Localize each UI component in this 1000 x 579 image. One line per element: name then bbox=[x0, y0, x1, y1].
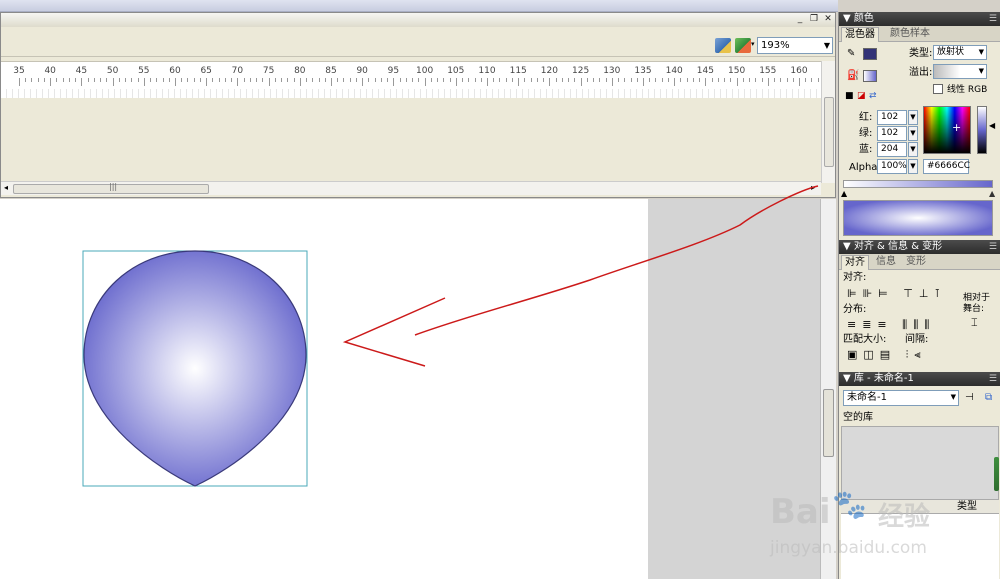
panel-menu-icon[interactable]: ☰ bbox=[989, 12, 997, 26]
annotation-arrow-head bbox=[342, 297, 446, 367]
match-size-buttons[interactable]: ▣◫▤ ⫶⫷ bbox=[847, 348, 927, 362]
hex-input[interactable]: #6666CC bbox=[923, 159, 970, 174]
linear-rgb-checkbox[interactable] bbox=[933, 84, 943, 94]
color-panel-tabs: 混色器 颜色样本 bbox=[839, 26, 1000, 42]
baidu-watermark: Bai 🐾 经验 jingyan.baidu.com bbox=[770, 488, 1000, 579]
align-panel-tabs: 对齐 信息 变形 bbox=[839, 254, 1000, 270]
fill-type-label: 类型: bbox=[909, 48, 933, 59]
no-color-icon[interactable]: ◪ bbox=[857, 90, 866, 102]
overflow-select[interactable]: ▼ bbox=[933, 64, 987, 79]
new-library-panel-icon[interactable]: ⧉ bbox=[985, 392, 992, 404]
gradient-circle-shape[interactable] bbox=[83, 250, 307, 487]
annotation-arrow-line bbox=[414, 185, 819, 336]
tab-align[interactable]: 对齐 bbox=[841, 255, 869, 270]
chevron-down-icon: ▼ bbox=[978, 67, 984, 75]
match-size-label: 匹配大小: bbox=[843, 334, 887, 345]
tab-transform[interactable]: 变形 bbox=[903, 255, 929, 270]
stroke-color-swatch[interactable] bbox=[863, 48, 877, 60]
fill-type-value: 放射状 bbox=[937, 47, 965, 57]
fill-bucket-icon[interactable]: ⛽ bbox=[847, 70, 859, 82]
tab-info[interactable]: 信息 bbox=[873, 255, 899, 270]
gradient-stop-end[interactable]: ▲ bbox=[989, 188, 995, 200]
gradient-stop-start[interactable]: ▲ bbox=[841, 188, 847, 200]
watermark-brand2: 经验 bbox=[878, 502, 931, 532]
blue-label: 蓝: bbox=[859, 144, 873, 155]
library-empty-text: 空的库 bbox=[843, 412, 873, 423]
gradient-bar[interactable] bbox=[843, 180, 993, 188]
spacing-label: 间隔: bbox=[905, 334, 929, 345]
overflow-label: 溢出: bbox=[909, 67, 933, 78]
pencil-icon[interactable]: ✎ bbox=[847, 48, 855, 60]
alpha-input[interactable]: 100% bbox=[877, 159, 907, 174]
to-stage-label-2: 舞台: bbox=[963, 304, 985, 314]
to-stage-button[interactable]: ⌶ bbox=[971, 317, 978, 329]
library-document-select[interactable]: 未命名-1 ▼ bbox=[843, 390, 959, 406]
brightness-pointer-icon[interactable]: ◀ bbox=[989, 120, 995, 132]
library-document-value: 未命名-1 bbox=[847, 392, 887, 403]
alpha-slider-button[interactable]: ▼ bbox=[908, 159, 918, 174]
pin-library-icon[interactable]: ⊣ bbox=[965, 392, 974, 404]
align-buttons[interactable]: ⊫⊪⊨ ⊤⊥⊺ bbox=[847, 287, 946, 300]
green-input[interactable]: 102 bbox=[877, 126, 907, 141]
panel-menu-icon[interactable]: ☰ bbox=[989, 372, 997, 386]
align-label: 对齐: bbox=[843, 272, 867, 283]
blue-slider-button[interactable]: ▼ bbox=[908, 142, 918, 157]
linear-rgb-label: 线性 RGB bbox=[947, 85, 988, 95]
chevron-down-icon: ▼ bbox=[978, 48, 984, 56]
distribute-buttons[interactable]: ≡≣≡ ⫼⫼⫼ bbox=[847, 318, 935, 332]
black-white-icon[interactable]: ■ bbox=[845, 90, 854, 102]
green-label: 绿: bbox=[859, 128, 873, 139]
chevron-down-icon: ▼ bbox=[950, 393, 956, 401]
library-panel-title[interactable]: ▼ 库 - 未命名-1 ☰ bbox=[839, 372, 1000, 386]
red-input[interactable]: 102 bbox=[877, 110, 907, 125]
color-panel-title[interactable]: ▼ 颜色 ☰ bbox=[839, 12, 1000, 26]
watermark-brand: Bai bbox=[770, 492, 831, 532]
gradient-preview bbox=[843, 200, 993, 236]
fill-color-swatch[interactable] bbox=[863, 70, 877, 82]
distribute-label: 分布: bbox=[843, 304, 867, 315]
tab-color-mixer[interactable]: 混色器 bbox=[841, 27, 879, 42]
panel-menu-icon[interactable]: ☰ bbox=[989, 240, 997, 254]
red-label: 红: bbox=[859, 112, 873, 123]
paw-icon: 🐾 bbox=[832, 488, 867, 521]
swap-colors-icon[interactable]: ⇄ bbox=[869, 90, 877, 102]
green-slider-button[interactable]: ▼ bbox=[908, 126, 918, 141]
library-preview-scroll[interactable] bbox=[994, 457, 999, 491]
color-spectrum-picker[interactable]: + bbox=[923, 106, 971, 154]
library-panel-title-text: 库 - 未命名-1 bbox=[853, 373, 914, 384]
watermark-url: jingyan.baidu.com bbox=[770, 538, 927, 558]
align-panel-title[interactable]: ▼ 对齐 & 信息 & 变形 ☰ bbox=[839, 240, 1000, 254]
fill-type-select[interactable]: 放射状 ▼ bbox=[933, 45, 987, 60]
color-panel-title-text: 颜色 bbox=[853, 13, 874, 24]
blue-input[interactable]: 204 bbox=[877, 142, 907, 157]
red-slider-button[interactable]: ▼ bbox=[908, 110, 918, 125]
tab-color-swatches[interactable]: 颜色样本 bbox=[887, 27, 933, 42]
brightness-slider[interactable] bbox=[977, 106, 987, 154]
align-panel-title-text: 对齐 & 信息 & 变形 bbox=[853, 241, 943, 252]
crosshair-icon: + bbox=[952, 121, 962, 134]
